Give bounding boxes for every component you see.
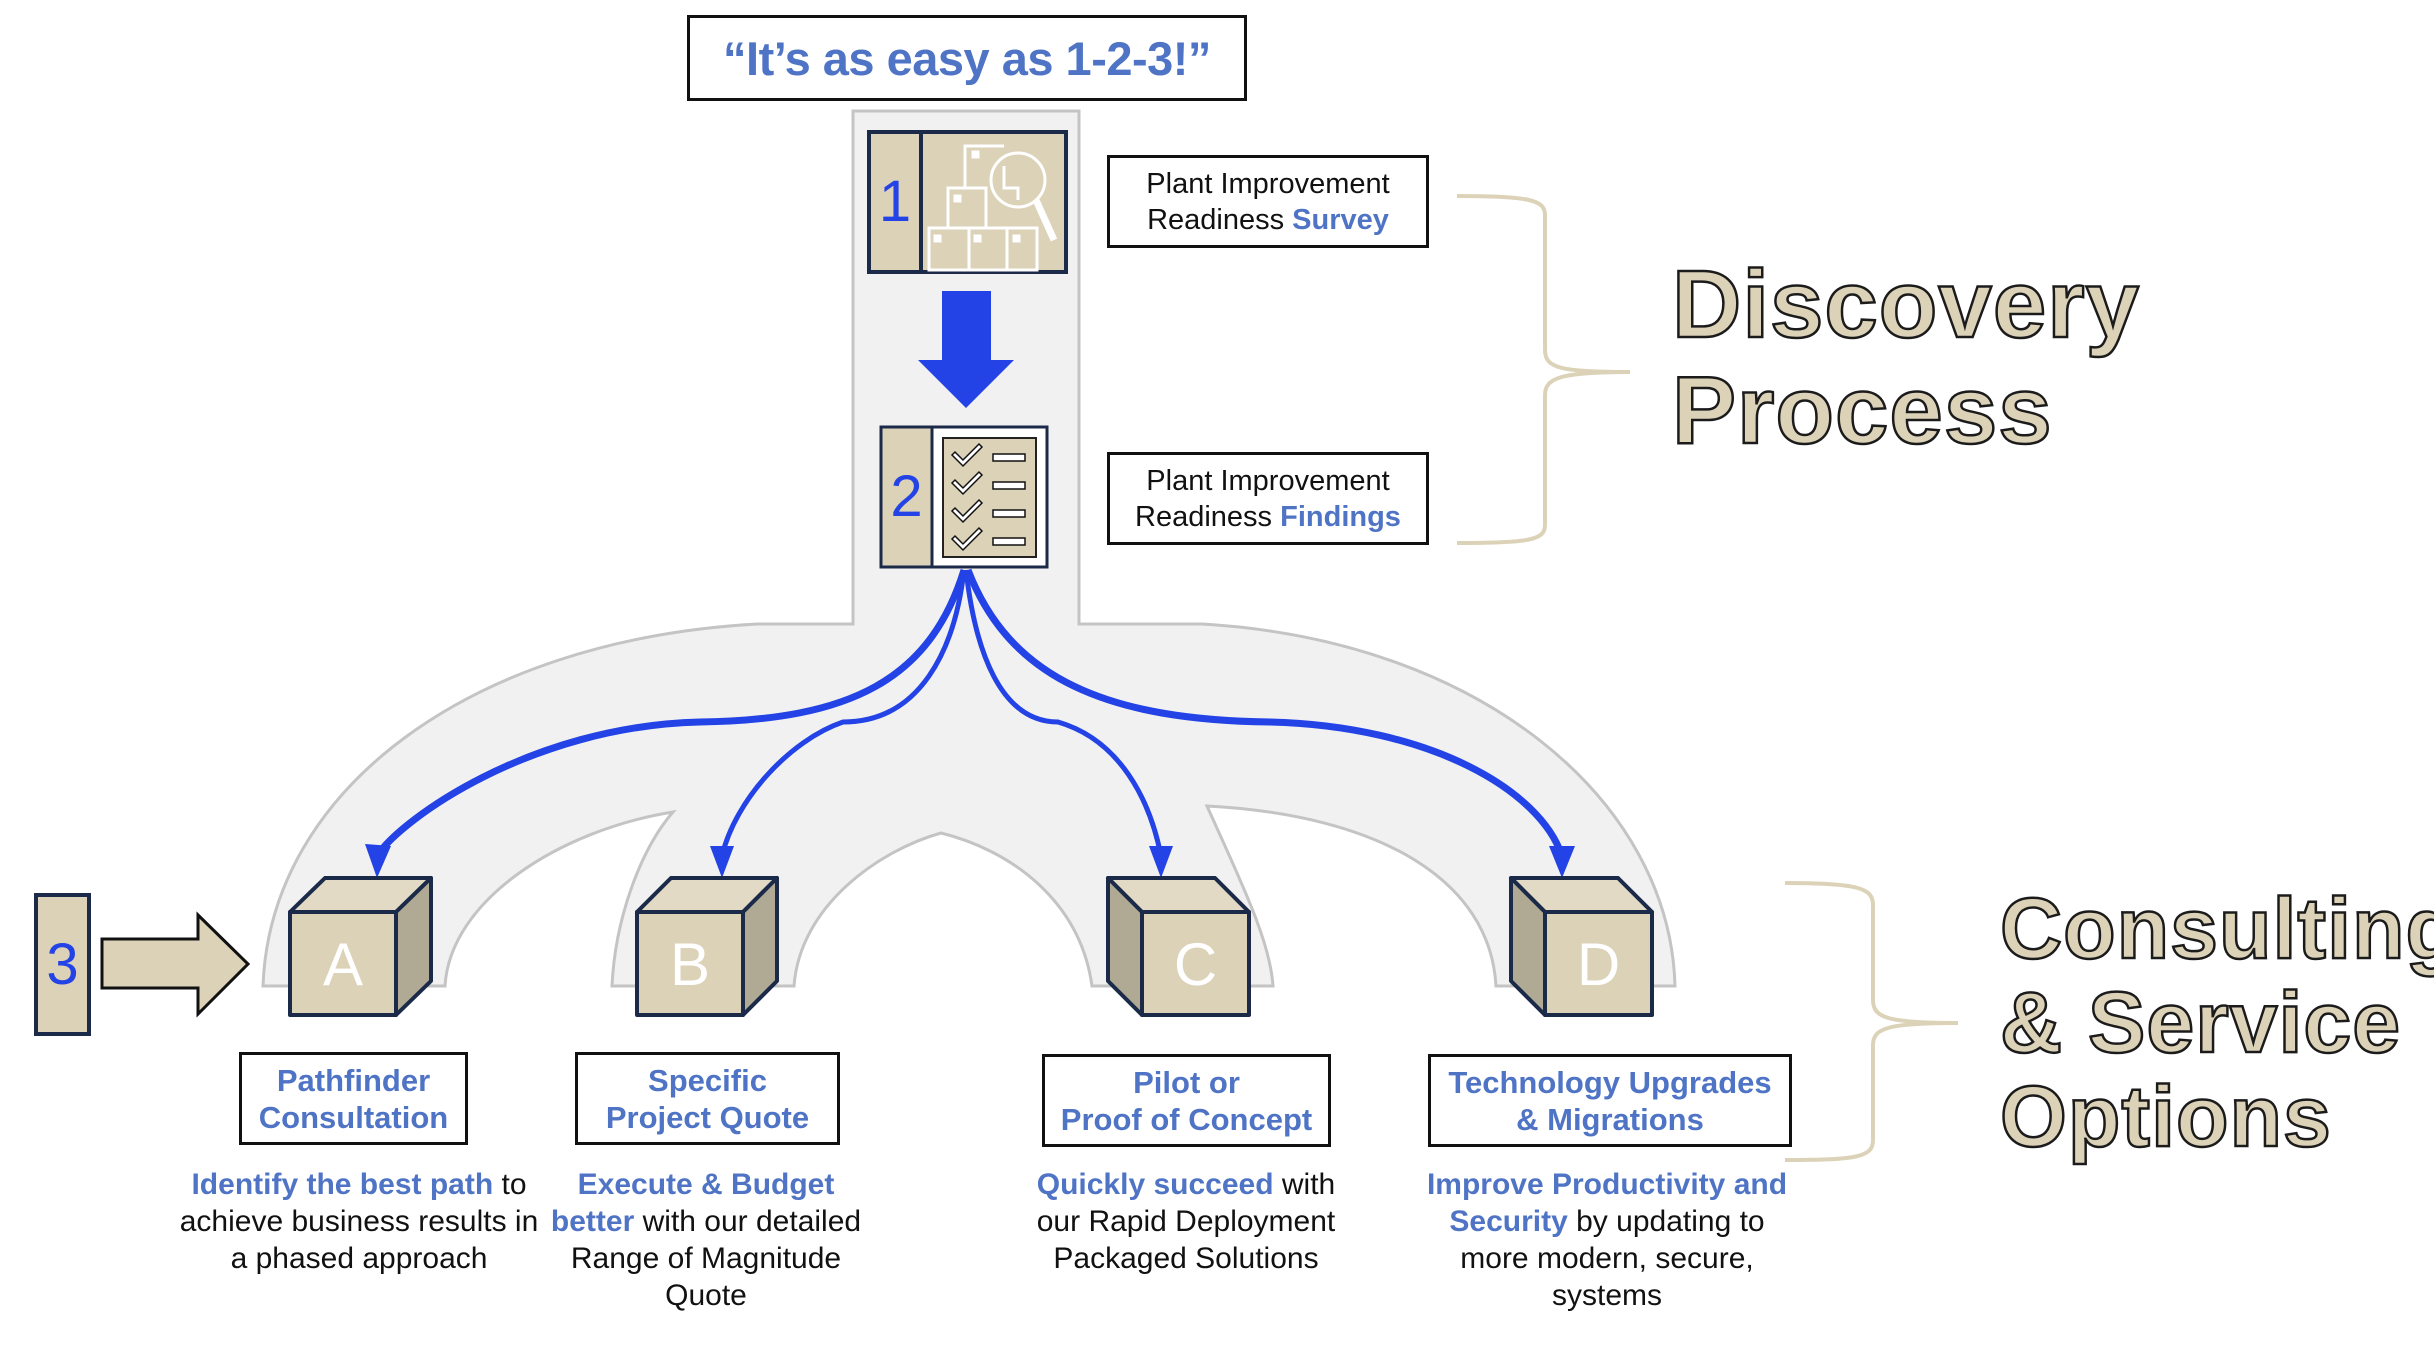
option-c-label: Pilot or Proof of Concept xyxy=(1042,1054,1331,1147)
option-d-description: Improve Productivity and Security by upd… xyxy=(1412,1166,1802,1314)
discovery-heading-line2: Process xyxy=(1671,356,2053,465)
options-heading-line1: Consulting xyxy=(1999,881,2434,978)
option-b-label: Specific Project Quote xyxy=(575,1052,840,1145)
findings-line2: Readiness Findings xyxy=(1135,499,1401,535)
survey-line2: Readiness Survey xyxy=(1147,202,1389,238)
option-d-label-line2: & Migrations xyxy=(1516,1101,1704,1137)
option-c-desc-highlight: Quickly succeed xyxy=(1036,1168,1274,1201)
option-a-label: Pathfinder Consultation xyxy=(239,1052,468,1145)
tagline-box: “It’s as easy as 1-2-3!” xyxy=(687,15,1247,101)
option-c-label-line2: Proof of Concept xyxy=(1060,1101,1313,1137)
step-1-number: 1 xyxy=(878,169,912,234)
findings-line2-plain: Readiness xyxy=(1135,500,1281,533)
option-a-desc-highlight: Identify the best path xyxy=(191,1168,494,1201)
step-3-number: 3 xyxy=(46,932,79,997)
cube-b-letter: B xyxy=(669,931,711,998)
option-a-label-line1: Pathfinder xyxy=(276,1062,431,1098)
step-2-number: 2 xyxy=(890,464,923,529)
survey-line2-plain: Readiness xyxy=(1147,203,1293,236)
option-d-label: Technology Upgrades & Migrations xyxy=(1428,1054,1792,1147)
option-b-description: Execute & Budget better with our detaile… xyxy=(536,1166,876,1314)
findings-line1: Plant Improvement xyxy=(1146,464,1390,497)
option-a-label-line2: Consultation xyxy=(258,1099,449,1135)
cube-a-letter: A xyxy=(322,931,364,998)
options-heading-line2: & Service xyxy=(1999,975,2402,1072)
survey-box: Plant Improvement Readiness Survey xyxy=(1107,155,1429,248)
cube-c-letter: C xyxy=(1173,931,1218,998)
options-heading-line3: Options xyxy=(1999,1069,2332,1166)
consulting-options-heading: Consulting & Service Options xyxy=(1999,881,2434,1166)
discovery-process-heading: Discovery Process xyxy=(1671,250,2140,465)
option-b-label-line2: Project Quote xyxy=(605,1099,810,1135)
right-arrow-icon xyxy=(100,911,251,1018)
option-c-label-line1: Pilot or xyxy=(1133,1064,1240,1100)
option-d-label-line1: Technology Upgrades xyxy=(1448,1064,1772,1100)
option-c-description: Quickly succeed with our Rapid Deploymen… xyxy=(1026,1166,1346,1277)
option-a-description: Identify the best path to achieve busine… xyxy=(179,1166,539,1277)
discovery-heading-line1: Discovery xyxy=(1671,250,2140,359)
checklist-icon xyxy=(942,437,1037,558)
tagline-text: “It’s as easy as 1-2-3!” xyxy=(723,31,1211,85)
cube-d-letter: D xyxy=(1576,931,1621,998)
options-brace xyxy=(1784,881,1959,1162)
findings-highlight: Findings xyxy=(1280,500,1401,533)
findings-box: Plant Improvement Readiness Findings xyxy=(1107,452,1429,545)
discovery-brace xyxy=(1456,194,1631,545)
survey-highlight: Survey xyxy=(1292,203,1389,236)
option-b-label-line1: Specific xyxy=(648,1062,767,1098)
survey-line1: Plant Improvement xyxy=(1146,167,1390,200)
